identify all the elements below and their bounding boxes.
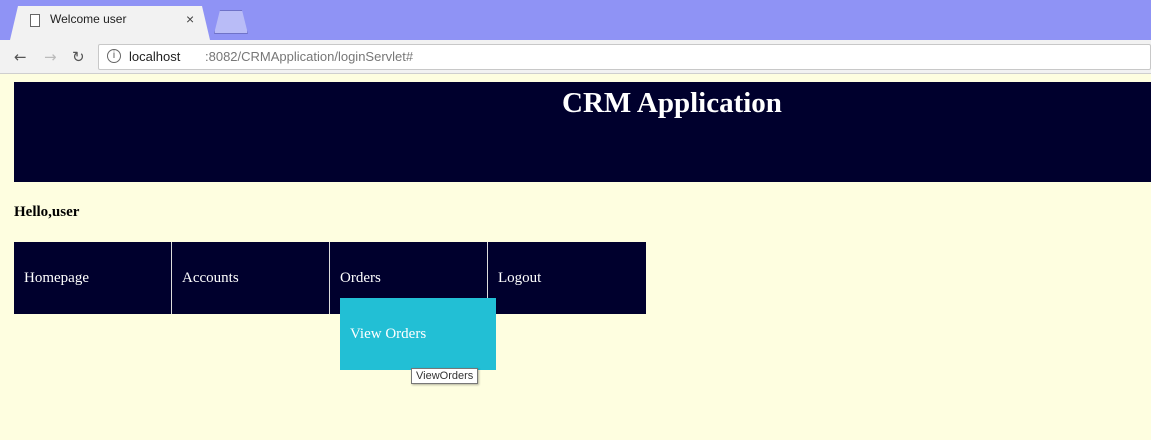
nav-item-homepage[interactable]: Homepage	[14, 242, 172, 314]
page-icon	[30, 14, 40, 27]
url-host: localhost	[129, 49, 181, 64]
app-header: CRM Application	[14, 82, 1151, 182]
forward-arrow-icon[interactable]: →	[44, 48, 57, 66]
tab-strip: Welcome user ×	[0, 0, 1151, 40]
view-orders-link[interactable]: View Orders	[340, 298, 496, 370]
browser-toolbar: ← → ↻ i localhost :8082/CRMApplication/l…	[0, 40, 1151, 74]
nav-item-accounts[interactable]: Accounts	[172, 242, 330, 314]
info-icon[interactable]: i	[107, 49, 121, 63]
greeting-text: Hello,user	[14, 204, 80, 220]
address-bar[interactable]: i localhost :8082/CRMApplication/loginSe…	[98, 44, 1151, 70]
back-arrow-icon[interactable]: ←	[14, 48, 27, 66]
main-nav: Homepage Accounts Orders Logout	[14, 242, 646, 314]
new-tab-button[interactable]	[214, 10, 248, 34]
link-tooltip: ViewOrders	[411, 368, 479, 384]
app-title: CRM Application	[562, 87, 782, 119]
orders-dropdown: View Orders	[340, 298, 496, 370]
url-path: :8082/CRMApplication/loginServlet#	[205, 49, 414, 64]
tab-close-icon[interactable]: ×	[186, 11, 194, 27]
nav-item-logout[interactable]: Logout	[488, 242, 646, 314]
reload-icon[interactable]: ↻	[72, 48, 85, 66]
tab-title: Welcome user	[50, 12, 127, 26]
